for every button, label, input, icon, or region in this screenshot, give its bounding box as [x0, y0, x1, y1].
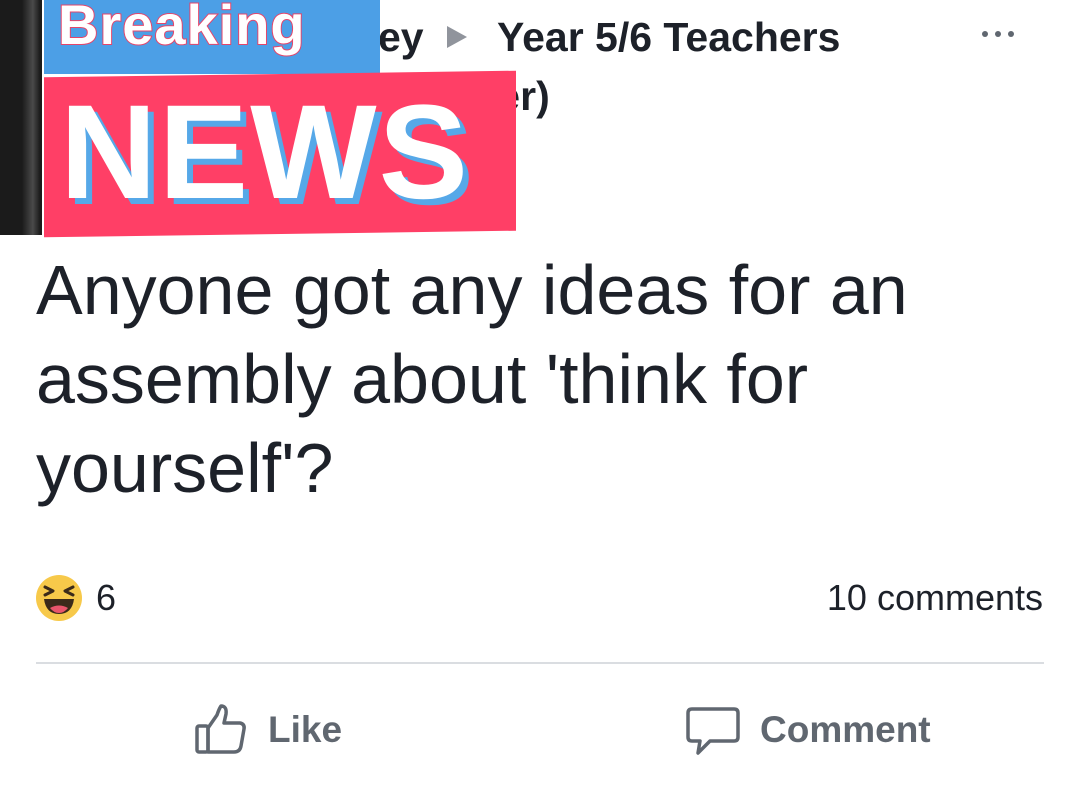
comments-count-link[interactable]: 10 comments [827, 578, 1043, 618]
like-button[interactable]: Like [192, 692, 342, 768]
more-options-button[interactable] [968, 22, 1028, 46]
group-name-link[interactable]: Year 5/6 Teachers [497, 13, 840, 61]
divider [36, 662, 1044, 664]
facebook-post: ey Year 5/6 Teachers tter) Breaking NEWS… [0, 0, 1080, 790]
author-name[interactable]: ey [378, 13, 424, 61]
comment-label: Comment [760, 709, 931, 750]
group-arrow-icon [447, 26, 467, 48]
breaking-label: Breaking [57, 0, 306, 57]
comment-button[interactable]: Comment [684, 692, 931, 768]
haha-reaction-icon[interactable] [35, 574, 83, 622]
more-horizontal-icon [982, 31, 988, 37]
post-text: Anyone got any ideas for an assembly abo… [36, 251, 908, 507]
like-label: Like [268, 709, 343, 750]
comment-bubble-icon [686, 707, 740, 755]
more-horizontal-icon [995, 31, 1001, 37]
reaction-count[interactable]: 6 [96, 578, 116, 618]
more-horizontal-icon [1008, 31, 1014, 37]
thumbs-up-icon [195, 704, 246, 754]
news-label: NEWS [60, 78, 470, 227]
